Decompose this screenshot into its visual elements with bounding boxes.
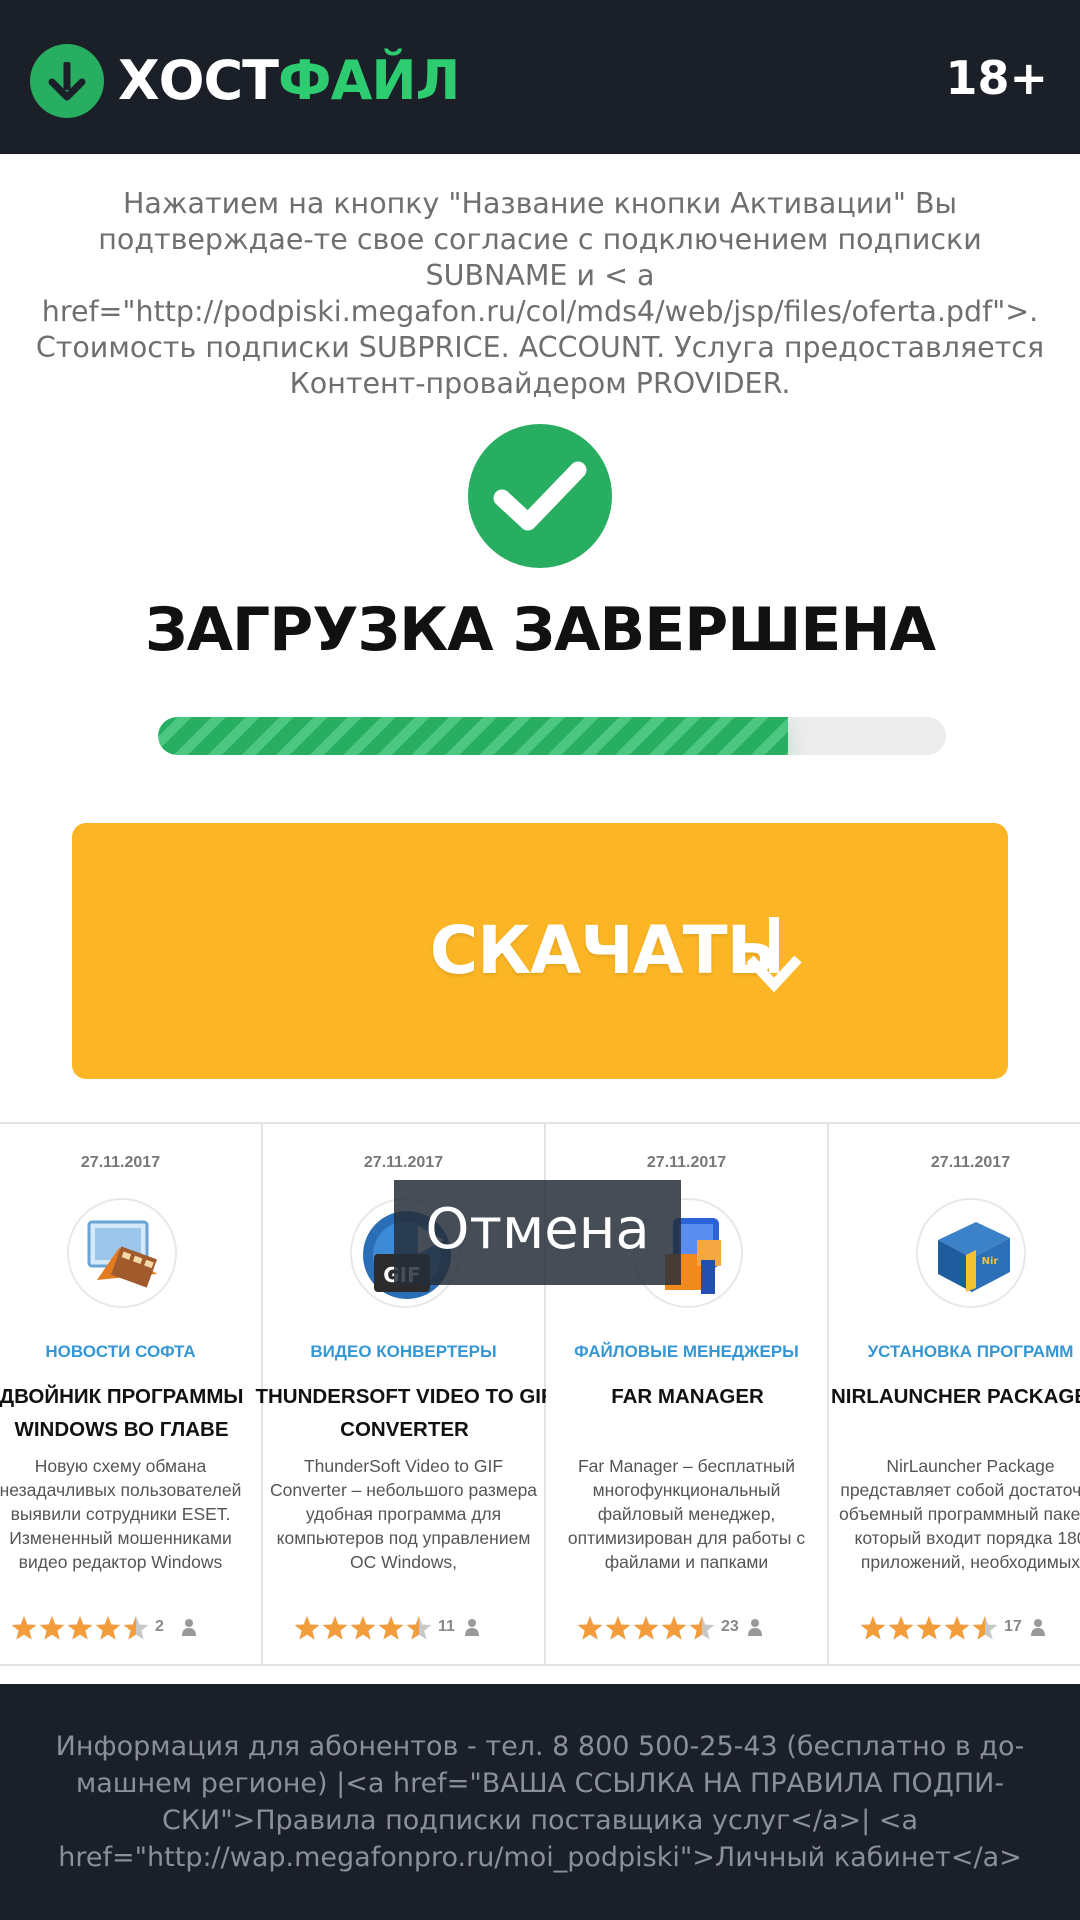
logo-text-part2: ФАЙЛ bbox=[278, 49, 460, 112]
site-logo[interactable]: ХОСТФАЙЛ bbox=[118, 46, 460, 116]
article-category-link[interactable]: ФАЙЛОВЫЕ МЕНЕДЖЕРЫ bbox=[546, 1342, 827, 1362]
article-date: 27.11.2017 bbox=[80, 1154, 161, 1171]
star-filled bbox=[944, 1616, 970, 1640]
article-category-link[interactable]: НОВОСТИ СОФТА bbox=[0, 1342, 261, 1362]
footer: Информация для абонентов - тел. 8 800 50… bbox=[0, 1684, 1080, 1920]
logo-text-part1: ХОСТ bbox=[118, 49, 279, 112]
article-description: ThunderSoft Video to GIF Converter – неб… bbox=[269, 1456, 538, 1572]
user-icon bbox=[1031, 1619, 1045, 1636]
arrow-down-icon bbox=[746, 917, 802, 993]
download-button-label: СКАЧАТЬ bbox=[429, 912, 777, 989]
article-card[interactable]: 27.11.2017 НОВОСТИ СОФТА ДВОЙНИК ПРОГРАМ… bbox=[0, 1124, 263, 1664]
star-filled bbox=[67, 1616, 93, 1640]
download-button[interactable]: СКАЧАТЬ bbox=[72, 823, 1008, 1079]
age-rating-badge: 18+ bbox=[945, 51, 1048, 105]
article-description: Новую схему обмана незадачливых пользова… bbox=[0, 1456, 242, 1572]
progress-bar bbox=[158, 717, 946, 755]
user-icon bbox=[748, 1619, 762, 1636]
header: ХОСТФАЙЛ 18+ bbox=[0, 0, 1080, 154]
star-filled bbox=[39, 1616, 65, 1640]
article-date: 27.11.2017 bbox=[363, 1154, 444, 1171]
star-filled bbox=[577, 1616, 603, 1640]
article-description: Far Manager – бесплатный многофункционал… bbox=[567, 1456, 806, 1572]
rating-count: 11 bbox=[438, 1618, 455, 1635]
article-category-link[interactable]: ВИДЕО КОНВЕРТЕРЫ bbox=[263, 1342, 544, 1362]
user-icon bbox=[465, 1619, 479, 1636]
star-filled bbox=[860, 1616, 886, 1640]
svg-text:Nir: Nir bbox=[982, 1256, 999, 1267]
star-filled bbox=[322, 1616, 348, 1640]
footer-subscriber-info: Информация для абонентов - тел. 8 800 50… bbox=[55, 1731, 1025, 1873]
subscription-notice: Нажатием на кнопку "Название кнопки Акти… bbox=[35, 187, 1045, 400]
progress-bar-fill bbox=[158, 717, 788, 755]
cancel-button[interactable]: Отмена bbox=[394, 1180, 681, 1285]
check-icon bbox=[468, 424, 612, 568]
star-filled bbox=[888, 1616, 914, 1640]
rating-count: 2 bbox=[155, 1618, 164, 1635]
cancel-button-label: Отмена bbox=[425, 1197, 650, 1262]
user-icon bbox=[182, 1619, 196, 1636]
star-filled bbox=[294, 1616, 320, 1640]
article-description: NirLauncher Package представляет собой д… bbox=[839, 1456, 1080, 1572]
movie-maker-icon bbox=[67, 1198, 177, 1308]
article-title[interactable]: THUNDERSOFT VIDEO TO GIF CONVERTER bbox=[243, 1380, 566, 1446]
star-filled bbox=[605, 1616, 631, 1640]
star-filled bbox=[95, 1616, 121, 1640]
article-title[interactable]: NIRLAUNCHER PACKAGE bbox=[809, 1380, 1080, 1413]
star-filled bbox=[350, 1616, 376, 1640]
star-filled bbox=[916, 1616, 942, 1640]
star-filled bbox=[633, 1616, 659, 1640]
article-title[interactable]: ДВОЙНИК ПРОГРАММЫ WINDOWS ВО ГЛАВЕ bbox=[0, 1380, 283, 1446]
star-filled bbox=[661, 1616, 687, 1640]
article-card[interactable]: 27.11.2017 Nir УСТАНОВКА ПРОГРАММ NIRLAU… bbox=[829, 1124, 1080, 1664]
nirlauncher-box-icon: Nir bbox=[916, 1198, 1026, 1308]
star-rating bbox=[11, 1616, 149, 1640]
article-date: 27.11.2017 bbox=[930, 1154, 1011, 1171]
article-date: 27.11.2017 bbox=[646, 1154, 727, 1171]
star-rating bbox=[860, 1616, 998, 1640]
star-rating bbox=[577, 1616, 715, 1640]
download-arrow-icon[interactable] bbox=[30, 44, 104, 118]
rating-count: 23 bbox=[721, 1618, 739, 1635]
rating-count: 17 bbox=[1004, 1618, 1022, 1635]
star-filled bbox=[378, 1616, 404, 1640]
article-category-link[interactable]: УСТАНОВКА ПРОГРАММ bbox=[829, 1342, 1080, 1362]
star-filled bbox=[11, 1616, 37, 1640]
download-complete-title: ЗАГРУЗКА ЗАВЕРШЕНА bbox=[144, 595, 936, 665]
star-rating bbox=[294, 1616, 432, 1640]
article-title[interactable]: FAR MANAGER bbox=[526, 1380, 849, 1413]
